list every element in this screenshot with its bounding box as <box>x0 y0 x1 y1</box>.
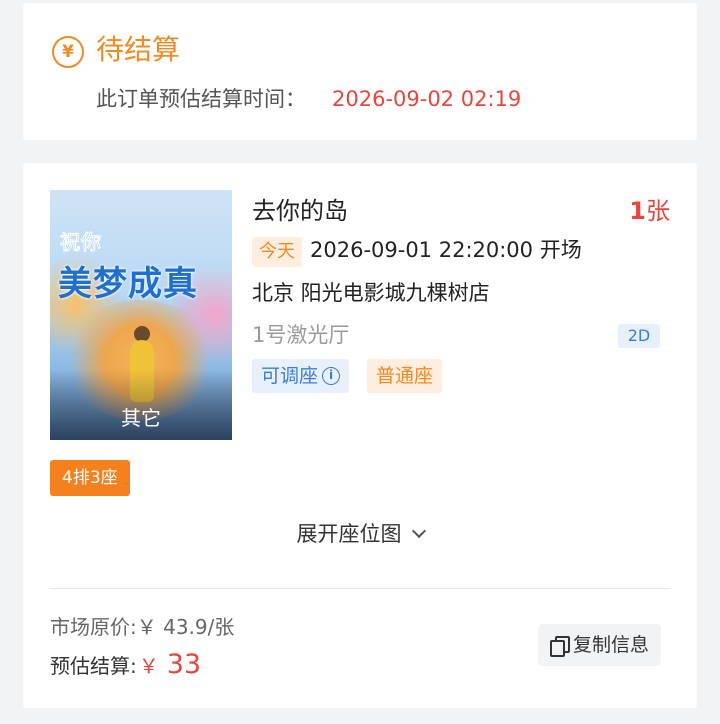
market-price: 市场原价:￥ 43.9/张 <box>50 615 235 639</box>
seat-adjustable-label: 可调座 <box>261 365 319 387</box>
seat-chip: 4排3座 <box>50 460 130 496</box>
settle-time-label: 此订单预估结算时间： <box>96 87 306 111</box>
showtime: 2026-09-01 22:20:00 开场 <box>310 238 582 262</box>
divider <box>50 588 670 589</box>
ticket-count: 1张 <box>600 195 670 227</box>
chevron-down-icon <box>411 523 426 539</box>
hall-name: 1号激光厅 <box>252 323 350 347</box>
settlement-status-card <box>23 3 697 140</box>
poster-art-text-big: 美梦成真 <box>58 264 198 304</box>
expand-seat-map-button[interactable]: 展开座位图 <box>0 519 720 549</box>
ticket-count-number: 1 <box>629 197 646 225</box>
cinema-name: 北京 阳光电影城九棵树店 <box>252 281 490 305</box>
copy-info-button[interactable]: 复制信息 <box>538 624 662 666</box>
copy-icon <box>550 636 570 657</box>
estimate-amount: 33 <box>166 649 202 680</box>
status-title: 待结算 <box>96 33 181 66</box>
seat-type-tag: 普通座 <box>367 359 443 393</box>
movie-poster[interactable]: 祝你 美梦成真 <box>50 190 232 440</box>
settle-time-value: 2026-09-02 02:19 <box>332 87 522 111</box>
copy-info-label: 复制信息 <box>573 634 650 656</box>
poster-art-text-small: 祝你 <box>60 230 102 255</box>
today-badge: 今天 <box>252 237 302 267</box>
seat-adjustable-tag[interactable]: 可调座 i <box>252 359 350 393</box>
yen-circle-icon: ¥ <box>52 36 84 68</box>
estimate-label: 预估结算: <box>50 654 137 678</box>
movie-title: 去你的岛 <box>252 197 348 225</box>
poster-genre-tag: 其它 <box>121 406 161 430</box>
estimate-settlement: 预估结算: ￥ 33 <box>50 648 201 683</box>
ticket-count-unit: 张 <box>646 197 670 225</box>
estimate-currency: ￥ <box>138 654 159 678</box>
info-icon[interactable]: i <box>322 367 341 385</box>
expand-seat-map-label: 展开座位图 <box>296 522 402 546</box>
format-badge: 2D <box>618 324 660 348</box>
